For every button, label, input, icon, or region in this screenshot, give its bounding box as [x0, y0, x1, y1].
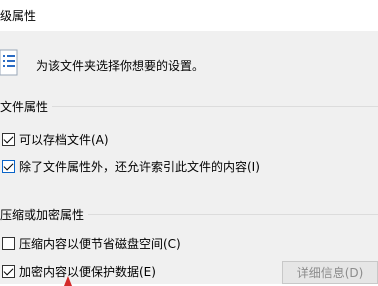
file-attributes-title: 文件属性 — [0, 98, 53, 115]
compress-checkbox[interactable] — [2, 236, 15, 250]
archive-checkbox-row[interactable]: 可以存档文件(A) — [0, 131, 109, 147]
archive-label: 可以存档文件(A) — [19, 132, 109, 147]
encrypt-checkbox[interactable] — [2, 264, 15, 278]
compress-checkbox-row[interactable]: 压缩内容以便节省磁盘空间(C) — [0, 235, 181, 251]
dialog-titlebar: 级属性 — [0, 0, 378, 31]
compress-encrypt-title: 压缩或加密属性 — [0, 206, 89, 223]
group-divider — [0, 106, 378, 107]
index-checkbox-row[interactable]: 除了文件属性外，还允许索引此文件的内容(I) — [0, 158, 260, 174]
cursor-arrow-icon — [64, 276, 72, 286]
index-label: 除了文件属性外，还允许索引此文件的内容(I) — [19, 159, 260, 174]
dialog-description: 为该文件夹选择你想要的设置。 — [36, 59, 205, 73]
encrypt-label: 加密内容以便保护数据(E) — [19, 264, 156, 279]
compress-label: 压缩内容以便节省磁盘空间(C) — [19, 236, 181, 251]
archive-checkbox[interactable] — [2, 132, 15, 146]
folder-settings-icon — [0, 49, 18, 76]
index-checkbox[interactable] — [2, 159, 15, 173]
details-button[interactable]: 详细信息(D) — [282, 261, 378, 284]
dialog-title: 级属性 — [0, 9, 37, 23]
